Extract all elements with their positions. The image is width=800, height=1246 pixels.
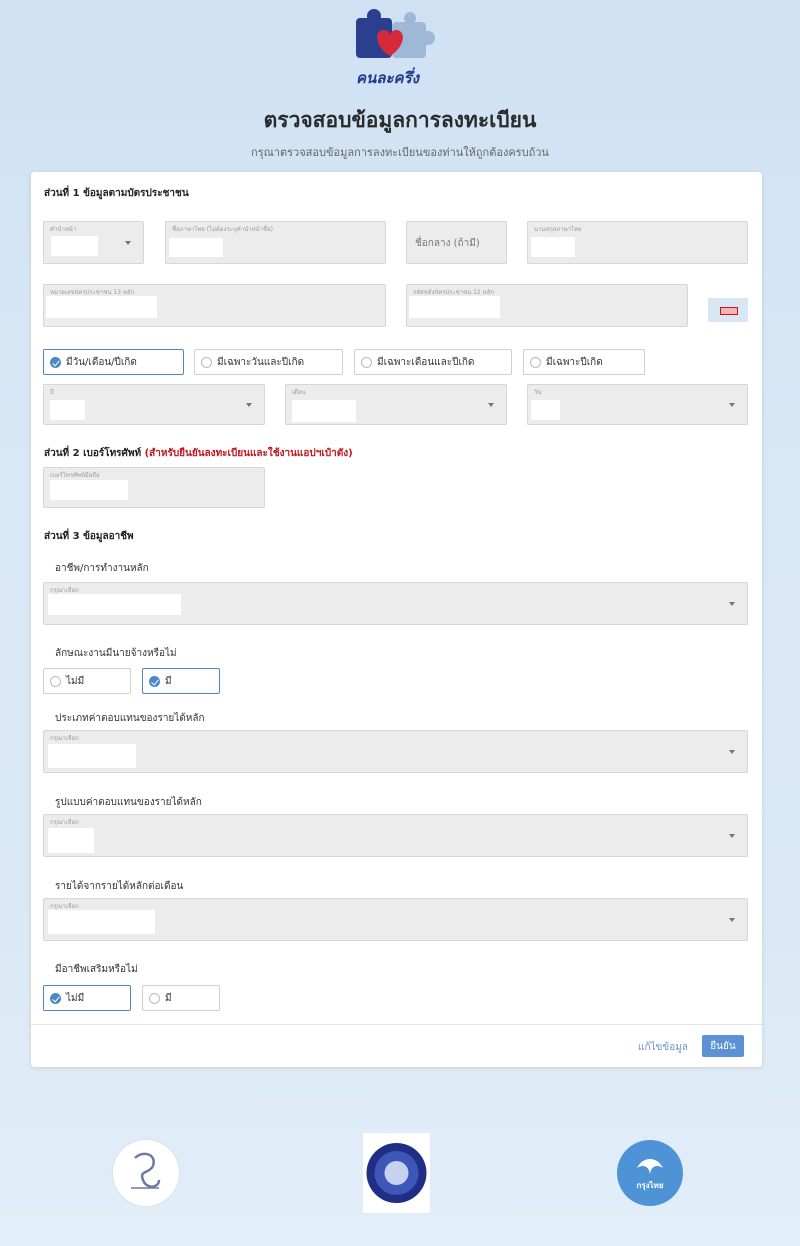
year-label: ปี [50,389,54,396]
chevron-down-icon [729,601,735,606]
middlename-field[interactable]: ชื่อกลาง (ถ้ามี) [406,221,507,264]
page-subtitle: กรุณาตรวจสอบข้อมูลการลงทะเบียนของท่านให้… [251,146,549,159]
registration-card: ส่วนที่ 1 ข้อมูลตามบัตรประชาชน คำนำหน้า … [31,172,762,1067]
chevron-down-icon [729,402,735,407]
month-label: เดือน [292,389,306,396]
prefix-select[interactable]: คำนำหน้า [43,221,144,264]
ministry-seal-icon [366,1143,427,1203]
laser-code-value [409,296,500,318]
dob-option-full[interactable]: มีวัน/เดือน/ปีเกิด [43,349,184,375]
employer-question: ลักษณะงานมีนายจ้างหรือไม่ [55,648,177,659]
dob-option-month-year[interactable]: มีเฉพาะเดือนและปีเกิด [354,349,512,375]
select-placeholder: กรุณาเลือก [50,735,79,742]
ministry-of-finance-logo [363,1133,430,1213]
employer-no-label: ไม่มี [66,675,85,687]
birth-year-value [50,400,85,420]
income-form-select[interactable]: กรุณาเลือก [43,814,748,857]
lastname-value [531,237,575,257]
radio-unchecked-icon [149,992,160,1004]
income-amount-select[interactable]: กรุณาเลือก [43,898,748,941]
firstname-value [169,238,223,257]
dob-option-label: มีเฉพาะวันและปีเกิด [217,356,305,368]
chevron-down-icon [729,917,735,922]
select-placeholder: กรุณาเลือก [50,819,79,826]
idcard-value [46,296,157,318]
radio-checked-icon [50,992,61,1004]
chevron-down-icon [246,402,252,407]
section3-title: ส่วนที่ 3 ข้อมูลอาชีพ [44,531,134,542]
occupation-select[interactable]: กรุณาเลือก [43,582,748,625]
section2-title: ส่วนที่ 2 เบอร์โทรศัพท์ (สำหรับยืนยันลงท… [44,446,353,461]
income-amount-value [48,910,155,934]
birth-month-select[interactable]: เดือน [285,384,507,425]
phone-field[interactable]: เบอร์โทรศัพท์มือถือ [43,467,265,508]
card-footer-divider [31,1024,762,1025]
income-amount-label: รายได้จากรายได้หลักต่อเดือน [55,881,184,892]
krungthai-bird-icon [637,1159,663,1174]
phone-label: เบอร์โทรศัพท์มือถือ [50,472,100,479]
employer-yes-radio[interactable]: มี [142,668,220,694]
occupation-value [48,594,181,615]
income-type-label: ประเภทค่าตอบแทนของรายได้หลัก [55,713,205,724]
income-type-value [48,744,136,768]
section2-title-text: ส่วนที่ 2 เบอร์โทรศัพท์ [44,448,142,459]
dob-option-label: มีเฉพาะปีเกิด [546,356,603,368]
prefix-value [51,236,98,256]
chevron-down-icon [729,749,735,754]
income-form-label: รูปแบบค่าตอบแทนของรายได้หลัก [55,797,202,808]
dob-option-year-only[interactable]: มีเฉพาะปีเกิด [523,349,645,375]
dob-option-day-year[interactable]: มีเฉพาะวันและปีเกิด [194,349,343,375]
side-job-yes-radio[interactable]: มี [142,985,220,1011]
chevron-down-icon [729,833,735,838]
birth-year-select[interactable]: ปี [43,384,265,425]
side-job-no-radio[interactable]: ไม่มี [43,985,131,1011]
dob-option-label: มีเฉพาะเดือนและปีเกิด [377,356,475,368]
firstname-label: ชื่อภาษาไทย (ไม่ต้องระบุคำนำหน้าชื่อ) [172,226,274,233]
dob-option-label: มีวัน/เดือน/ปีเกิด [66,356,137,368]
laser-code-field[interactable]: รหัสหลังบัตรประชาชน 12 หลัก [406,284,688,327]
day-label: วัน [534,389,542,396]
income-type-select[interactable]: กรุณาเลือก [43,730,748,773]
side-job-no-label: ไม่มี [66,992,85,1004]
fpo-emblem-icon [131,1152,161,1189]
income-form-value [48,828,94,853]
fiscal-policy-office-logo [113,1140,179,1206]
idcard-field[interactable]: หมายเลขบัตรประชาชน 13 หลัก [43,284,386,327]
prefix-label: คำนำหน้า [50,226,77,233]
radio-checked-icon [149,675,160,687]
krungthai-logo: กรุงไทย [617,1140,683,1206]
radio-unchecked-icon [50,675,61,687]
lastname-label: นามสกุลภาษาไทย [534,226,582,233]
chevron-down-icon [488,402,494,407]
radio-unchecked-icon [530,356,541,368]
employer-no-radio[interactable]: ไม่มี [43,668,131,694]
phone-value [50,480,128,500]
id-card-help-icon[interactable] [708,298,748,322]
radio-unchecked-icon [201,356,212,368]
krungthai-logo-text: กรุงไทย [636,1181,664,1190]
section2-title-note: (สำหรับยืนยันลงทะเบียนและใช้งานแอปฯเป๋าต… [144,448,353,459]
employer-yes-label: มี [165,675,172,687]
firstname-field[interactable]: ชื่อภาษาไทย (ไม่ต้องระบุคำนำหน้าชื่อ) [165,221,386,264]
logo-text: คนละครึ่ง [356,69,419,87]
birth-month-value [292,400,356,422]
radio-unchecked-icon [361,356,372,368]
edit-data-link[interactable]: แก้ไขข้อมูล [638,1040,688,1055]
confirm-button[interactable]: ยืนยัน [702,1035,744,1057]
occupation-label: อาชีพ/การทำงานหลัก [55,563,149,574]
section1-title: ส่วนที่ 1 ข้อมูลตามบัตรประชาชน [44,188,189,199]
birth-day-select[interactable]: วัน [527,384,748,425]
chevron-down-icon [125,240,131,245]
birth-day-value [531,400,560,420]
page-title: ตรวจสอบข้อมูลการลงทะเบียน [263,108,537,132]
side-job-yes-label: มี [165,992,172,1004]
middlename-placeholder: ชื่อกลาง (ถ้ามี) [415,238,480,249]
lastname-field[interactable]: นามสกุลภาษาไทย [527,221,748,264]
side-job-question: มีอาชีพเสริมหรือไม่ [55,964,138,975]
puzzle-heart-icon [356,9,435,58]
radio-checked-icon [50,356,61,368]
